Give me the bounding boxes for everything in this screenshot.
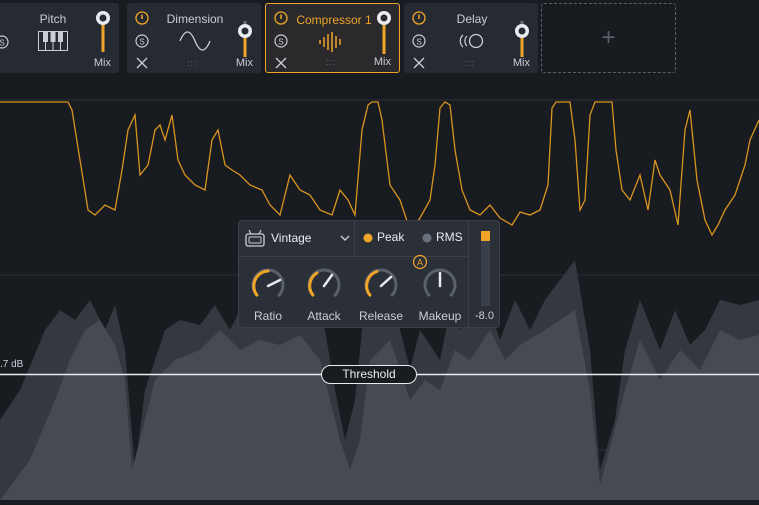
radio-unselected-icon: [422, 233, 432, 243]
threshold-db-readout: .7 dB: [0, 359, 24, 370]
drag-handle-icon[interactable]: :::: [187, 58, 198, 68]
module-title: Dimension: [166, 12, 224, 26]
mix-fader[interactable]: [237, 21, 253, 62]
divider: [239, 256, 468, 257]
release-label: Release: [358, 309, 404, 323]
vintage-radio-icon: [245, 230, 265, 247]
mix-fader[interactable]: [95, 8, 111, 57]
mode-dropdown[interactable]: Vintage: [245, 228, 353, 250]
module-compressor[interactable]: S Compressor 1 ::: Mix: [265, 3, 400, 73]
mix-label: Mix: [512, 57, 530, 69]
module-title: Delay: [456, 12, 488, 26]
compressor-bars-icon: [318, 32, 344, 57]
attack-knob[interactable]: [303, 265, 345, 307]
compressor-panel: Vintage Peak RMS Ratio Attack Release A: [238, 220, 500, 329]
drag-handle-icon[interactable]: :::: [464, 58, 475, 68]
attack-label: Attack: [307, 309, 341, 323]
detection-label: RMS: [436, 230, 463, 244]
gain-reduction-meter: [481, 231, 490, 306]
add-module-slot[interactable]: +: [541, 3, 676, 73]
ratio-knob[interactable]: [247, 265, 289, 307]
plus-icon: +: [601, 24, 616, 51]
makeup-knob[interactable]: [419, 265, 461, 307]
solo-icon[interactable]: S: [0, 35, 9, 54]
release-knob[interactable]: [360, 265, 402, 307]
threshold-handle[interactable]: Threshold: [321, 365, 417, 384]
close-icon[interactable]: [413, 56, 425, 74]
mode-label: Vintage: [271, 231, 312, 245]
power-icon[interactable]: [412, 11, 426, 30]
ratio-label: Ratio: [253, 309, 282, 323]
divider: [354, 221, 355, 256]
detection-label: Peak: [377, 230, 405, 244]
svg-text:S: S: [416, 38, 421, 47]
drag-handle-icon[interactable]: :::: [326, 57, 337, 67]
meter-fill: [481, 231, 490, 241]
module-title: Pitch: [39, 12, 67, 26]
close-icon[interactable]: [136, 56, 148, 74]
mix-fader[interactable]: [376, 8, 392, 59]
chevron-down-icon: [340, 235, 350, 241]
svg-text:S: S: [278, 38, 283, 47]
mix-label: Mix: [373, 56, 391, 68]
makeup-label: Makeup: [418, 309, 462, 323]
module-dimension[interactable]: S Dimension ::: Mix: [127, 3, 261, 73]
module-pitch[interactable]: S Pitch Mix: [0, 3, 119, 73]
close-icon[interactable]: [275, 56, 287, 74]
power-icon[interactable]: [135, 11, 149, 30]
mix-fader[interactable]: [514, 21, 530, 62]
power-icon[interactable]: [274, 11, 288, 30]
piano-keys-icon: [38, 31, 68, 56]
solo-icon[interactable]: S: [135, 34, 149, 53]
sine-wave-icon: [179, 31, 211, 56]
module-chain: S Pitch Mix S Dimension::: Mix S Compre…: [0, 0, 759, 85]
svg-text:S: S: [139, 38, 144, 47]
solo-icon[interactable]: S: [412, 34, 426, 53]
meter-value: -8.0: [475, 310, 494, 322]
mix-label: Mix: [235, 57, 253, 69]
mix-label: Mix: [93, 57, 111, 69]
svg-text:S: S: [0, 39, 5, 48]
radio-selected-icon: [363, 233, 373, 243]
echo-icon: [457, 31, 487, 56]
module-delay[interactable]: S Delay ::: Mix: [404, 3, 538, 73]
module-title: Compressor 1: [296, 13, 372, 27]
gain-reduction-curve: [0, 101, 759, 237]
solo-icon[interactable]: S: [274, 34, 288, 53]
